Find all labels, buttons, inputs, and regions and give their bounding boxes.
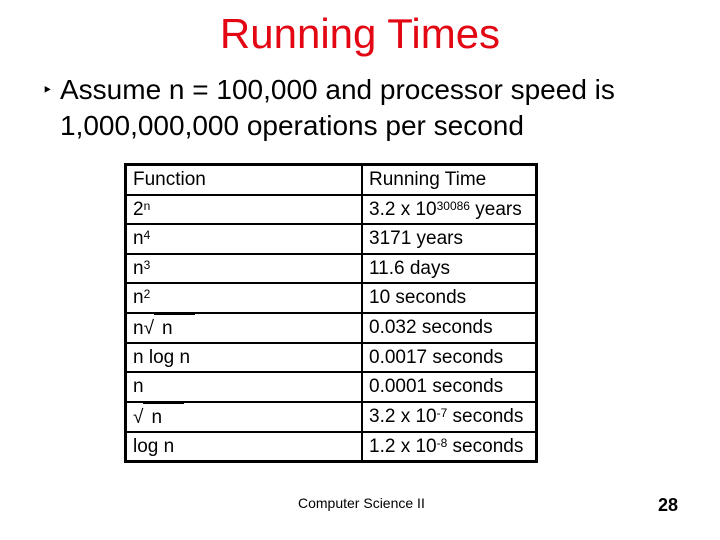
- running-time-cell: 3.2 x 10-7 seconds: [361, 400, 538, 433]
- sqrt-icon: √: [133, 406, 144, 428]
- function-cell: log n: [124, 430, 363, 463]
- table-row: n3 11.6 days: [124, 252, 538, 284]
- function-base: n: [133, 228, 144, 250]
- running-time-value: 0.0017 seconds: [369, 346, 504, 368]
- function-cell: n√ n: [124, 311, 363, 344]
- running-time-cell: 3.2 x 1030086 years: [361, 193, 538, 225]
- running-times-table: Function Running Time 2n 3.2 x 1030086 ye…: [124, 163, 538, 463]
- function-base: n log n: [133, 346, 191, 368]
- function-base: n: [133, 376, 144, 398]
- function-exponent: 4: [143, 228, 151, 243]
- function-cell: n log n: [124, 341, 363, 373]
- sqrt-expression: √ n: [133, 402, 185, 431]
- running-time-cell: 11.6 days: [361, 252, 538, 284]
- running-time-value: 3.2 x 10: [369, 406, 437, 427]
- function-base: n: [133, 257, 144, 279]
- sqrt-icon: √: [143, 317, 155, 339]
- running-time-unit: years: [469, 198, 522, 220]
- bullet-text-line-1: Assume n = 100,000 and processor speed i…: [60, 74, 615, 105]
- running-time-value: 0.032 seconds: [369, 317, 493, 338]
- running-time-unit: seconds: [447, 435, 524, 457]
- table-row: √ n 3.2 x 10-7 seconds: [124, 400, 538, 433]
- function-exponent: n: [143, 198, 151, 213]
- running-time-cell: 0.0001 seconds: [361, 371, 538, 403]
- table-row: log n 1.2 x 10-8 seconds: [124, 430, 538, 463]
- function-base: n: [133, 317, 144, 339]
- footer-text: Computer Science II: [298, 495, 425, 511]
- running-time-cell: 0.032 seconds: [361, 311, 538, 344]
- page-number: 28: [658, 495, 679, 515]
- table-row: n2 10 seconds: [124, 282, 538, 314]
- running-time-value: 0.0001 seconds: [369, 376, 504, 398]
- function-base: n: [133, 287, 144, 309]
- header-running-time: Running Time: [361, 163, 538, 196]
- running-time-cell: 3171 years: [361, 223, 538, 255]
- running-time-cell: 10 seconds: [361, 282, 538, 314]
- running-time-cell: 0.0017 seconds: [361, 341, 538, 373]
- running-time-unit: seconds: [447, 406, 524, 427]
- table-row: n 0.0001 seconds: [124, 371, 538, 403]
- function-cell: n2: [124, 282, 363, 314]
- function-base: log n: [133, 435, 175, 457]
- sqrt-expression: √ n: [143, 313, 195, 342]
- triangle-bullet-icon: ‣: [42, 80, 53, 100]
- table-header-row: Function Running Time: [124, 163, 538, 196]
- function-cell: n3: [124, 252, 363, 284]
- running-time-exponent: -8: [436, 435, 448, 450]
- running-time-cell: 1.2 x 10-8 seconds: [361, 430, 538, 463]
- function-cell: 2n: [124, 193, 363, 225]
- running-time-exponent: -7: [436, 406, 448, 420]
- running-time-value: 3171 years: [369, 228, 464, 250]
- function-cell: √ n: [124, 400, 363, 433]
- running-time-exponent: 30086: [436, 198, 470, 213]
- running-time-value: 11.6 days: [369, 257, 450, 279]
- table-row: n4 3171 years: [124, 223, 538, 255]
- slide-title: Running Times: [219, 10, 501, 57]
- bullet-text-line-2: 1,000,000,000 operations per second: [60, 110, 524, 141]
- function-exponent: 2: [143, 287, 151, 302]
- function-cell: n: [124, 371, 363, 403]
- table-row: n log n 0.0017 seconds: [124, 341, 538, 373]
- function-base: 2: [133, 198, 144, 220]
- running-time-value: 1.2 x 10: [369, 435, 437, 457]
- function-exponent: 3: [143, 257, 151, 272]
- sqrt-radicand: n: [154, 313, 195, 342]
- sqrt-radicand: n: [143, 402, 185, 431]
- header-function: Function: [124, 163, 363, 196]
- table-row: 2n 3.2 x 1030086 years: [124, 193, 538, 225]
- running-time-value: 10 seconds: [369, 287, 467, 309]
- table-row: n√ n 0.032 seconds: [124, 311, 538, 344]
- function-cell: n4: [124, 223, 363, 255]
- running-time-value: 3.2 x 10: [369, 198, 437, 220]
